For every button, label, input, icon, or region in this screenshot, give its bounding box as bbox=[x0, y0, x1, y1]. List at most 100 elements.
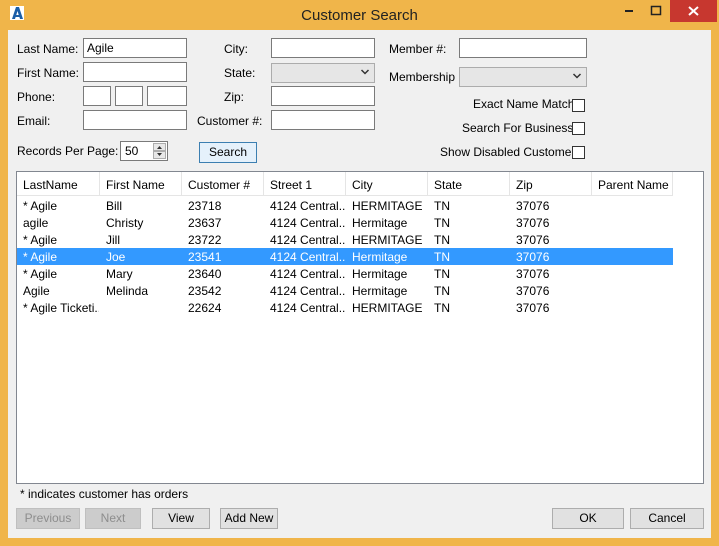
cell-zip: 37076 bbox=[516, 233, 550, 247]
column-header-zip[interactable]: Zip bbox=[510, 172, 592, 196]
membership-label: Membership bbox=[389, 70, 456, 84]
phone-prefix-input[interactable] bbox=[115, 86, 143, 106]
email-label: Email: bbox=[17, 114, 51, 128]
last-name-input[interactable] bbox=[83, 38, 187, 58]
zip-input[interactable] bbox=[271, 86, 375, 106]
chevron-down-icon bbox=[360, 69, 370, 75]
cell-first-name: Jill bbox=[106, 233, 120, 247]
cell-first-name: Melinda bbox=[106, 284, 149, 298]
phone-label: Phone: bbox=[17, 90, 56, 104]
chevron-up-icon bbox=[157, 146, 162, 149]
cell-street: 4124 Central... bbox=[270, 199, 345, 213]
results-header: LastName First Name Customer # Street 1 … bbox=[17, 172, 703, 196]
cell-first-name: Joe bbox=[106, 250, 126, 264]
table-row[interactable]: * Agile Jill 23722 4124 Central... HERMITAGE… bbox=[17, 231, 673, 248]
show-disabled-customer-checkbox[interactable] bbox=[572, 146, 585, 159]
city-input[interactable] bbox=[271, 38, 375, 58]
cell-city: HERMITAGE bbox=[352, 233, 423, 247]
add-new-button[interactable]: Add New bbox=[220, 508, 278, 529]
show-disabled-customer-label: Show Disabled Customer bbox=[440, 145, 576, 159]
customer-number-label: Customer #: bbox=[197, 114, 263, 128]
first-name-input[interactable] bbox=[83, 62, 187, 82]
search-for-business-checkbox[interactable] bbox=[572, 122, 585, 135]
first-name-label: First Name: bbox=[17, 66, 80, 80]
cell-zip: 37076 bbox=[516, 301, 550, 315]
cell-customer-number: 23722 bbox=[188, 233, 222, 247]
zip-label: Zip: bbox=[224, 90, 245, 104]
cell-city: HERMITAGE bbox=[352, 301, 423, 315]
cell-state: TN bbox=[434, 199, 450, 213]
column-header-first-name[interactable]: First Name bbox=[100, 172, 182, 196]
next-button[interactable]: Next bbox=[85, 508, 141, 529]
city-label: City: bbox=[224, 42, 248, 56]
cell-street: 4124 Central... bbox=[270, 267, 345, 281]
cell-street: 4124 Central... bbox=[270, 216, 345, 230]
cell-lastname: agile bbox=[23, 216, 49, 230]
chevron-down-icon bbox=[572, 73, 582, 79]
cell-customer-number: 23541 bbox=[188, 250, 222, 264]
cell-lastname: * Agile bbox=[23, 199, 58, 213]
cancel-button[interactable]: Cancel bbox=[630, 508, 704, 529]
exact-name-match-checkbox[interactable] bbox=[572, 99, 585, 112]
cell-customer-number: 23718 bbox=[188, 199, 222, 213]
cell-city: Hermitage bbox=[352, 216, 408, 230]
results-list[interactable]: LastName First Name Customer # Street 1 … bbox=[16, 171, 704, 484]
cell-city: Hermitage bbox=[352, 267, 408, 281]
cell-first-name: Bill bbox=[106, 199, 123, 213]
column-header-parent-name[interactable]: Parent Name bbox=[592, 172, 673, 196]
column-header-state[interactable]: State bbox=[428, 172, 510, 196]
member-number-input[interactable] bbox=[459, 38, 587, 58]
cell-customer-number: 23542 bbox=[188, 284, 222, 298]
stepper-down-button[interactable] bbox=[153, 151, 166, 159]
cell-customer-number: 23640 bbox=[188, 267, 222, 281]
cell-state: TN bbox=[434, 284, 450, 298]
cell-zip: 37076 bbox=[516, 250, 550, 264]
cell-customer-number: 22624 bbox=[188, 301, 222, 315]
table-row[interactable]: agile Christy 23637 4124 Central... Hermitag… bbox=[17, 214, 673, 231]
email-input[interactable] bbox=[83, 110, 187, 130]
member-number-label: Member #: bbox=[389, 42, 447, 56]
table-row[interactable]: * Agile Mary 23640 4124 Central... Hermitage… bbox=[17, 265, 673, 282]
records-per-page-stepper[interactable]: 50 bbox=[120, 141, 168, 161]
maximize-icon bbox=[650, 5, 662, 16]
dialog-body: Last Name: First Name: Phone: Email: Rec… bbox=[8, 30, 711, 538]
previous-button[interactable]: Previous bbox=[16, 508, 80, 529]
records-per-page-label: Records Per Page: bbox=[17, 144, 119, 158]
column-header-lastname[interactable]: LastName bbox=[17, 172, 100, 196]
search-button[interactable]: Search bbox=[199, 142, 257, 163]
cell-state: TN bbox=[434, 216, 450, 230]
table-row[interactable]: * Agile Ticketi... 22624 4124 Central... HE… bbox=[17, 299, 673, 316]
cell-city: Hermitage bbox=[352, 250, 408, 264]
table-row[interactable]: Agile Melinda 23542 4124 Central... Hermitag… bbox=[17, 282, 673, 299]
minimize-button[interactable] bbox=[614, 0, 644, 22]
membership-dropdown[interactable] bbox=[459, 67, 587, 87]
view-button[interactable]: View bbox=[152, 508, 210, 529]
stepper-up-button[interactable] bbox=[153, 143, 166, 151]
table-row[interactable]: * Agile Bill 23718 4124 Central... HERMITAGE… bbox=[17, 197, 673, 214]
column-header-city[interactable]: City bbox=[346, 172, 428, 196]
orders-legend-note: * indicates customer has orders bbox=[20, 487, 189, 501]
cell-city: Hermitage bbox=[352, 284, 408, 298]
phone-area-code-input[interactable] bbox=[83, 86, 111, 106]
close-icon bbox=[688, 6, 699, 16]
column-header-customer-number[interactable]: Customer # bbox=[182, 172, 264, 196]
close-button[interactable] bbox=[670, 0, 717, 22]
records-per-page-value: 50 bbox=[125, 144, 139, 158]
table-row[interactable]: * Agile Joe 23541 4124 Central... Hermitage T… bbox=[17, 248, 673, 265]
chevron-down-icon bbox=[157, 153, 162, 156]
cell-state: TN bbox=[434, 267, 450, 281]
cell-customer-number: 23637 bbox=[188, 216, 222, 230]
ok-button[interactable]: OK bbox=[552, 508, 624, 529]
phone-line-input[interactable] bbox=[147, 86, 187, 106]
cell-state: TN bbox=[434, 233, 450, 247]
last-name-label: Last Name: bbox=[17, 42, 79, 56]
maximize-button[interactable] bbox=[643, 0, 669, 22]
customer-number-input[interactable] bbox=[271, 110, 375, 130]
state-dropdown[interactable] bbox=[271, 63, 375, 83]
column-header-street[interactable]: Street 1 bbox=[264, 172, 346, 196]
cell-zip: 37076 bbox=[516, 199, 550, 213]
title-bar[interactable]: Customer Search bbox=[0, 0, 719, 30]
search-for-business-label: Search For Business bbox=[462, 121, 574, 135]
exact-name-match-label: Exact Name Match bbox=[473, 97, 575, 111]
cell-lastname: * Agile bbox=[23, 233, 58, 247]
